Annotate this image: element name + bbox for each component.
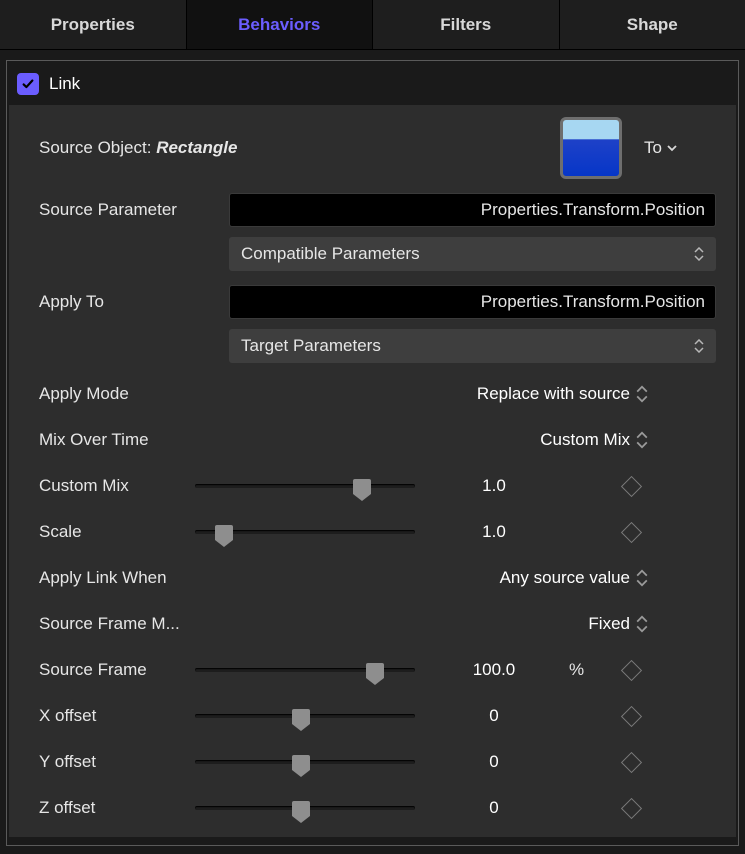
- stepper-arrows-icon: [636, 385, 648, 403]
- y-offset-row: Y offset 0: [39, 739, 718, 785]
- parameters-section: Source Object: Rectangle To Source Param…: [9, 105, 736, 837]
- slider-thumb[interactable]: [215, 525, 233, 540]
- keyframe-button[interactable]: [620, 797, 641, 818]
- apply-link-when-popup[interactable]: Any source value: [229, 568, 658, 588]
- source-frame-mode-row: Source Frame M... Fixed: [39, 601, 718, 647]
- x-offset-row: X offset 0: [39, 693, 718, 739]
- x-offset-slider[interactable]: [195, 706, 415, 726]
- checkmark-icon: [21, 77, 35, 91]
- x-offset-label: X offset: [39, 706, 195, 726]
- source-parameter-dropdown-label: Compatible Parameters: [241, 244, 420, 264]
- apply-to-label: Apply To: [39, 292, 229, 312]
- custom-mix-slider[interactable]: [195, 476, 415, 496]
- z-offset-row: Z offset 0: [39, 785, 718, 831]
- y-offset-label: Y offset: [39, 752, 195, 772]
- apply-to-dropdown[interactable]: Target Parameters: [229, 329, 716, 363]
- stepper-arrows-icon: [636, 431, 648, 449]
- apply-mode-row: Apply Mode Replace with source: [39, 371, 718, 417]
- scale-slider[interactable]: [195, 522, 415, 542]
- source-object-label: Source Object:: [39, 138, 151, 157]
- to-label: To: [644, 138, 662, 158]
- keyframe-button[interactable]: [620, 521, 641, 542]
- apply-mode-label: Apply Mode: [39, 384, 229, 404]
- apply-to-group: Apply To Properties.Transform.Position T…: [39, 285, 718, 363]
- source-frame-label: Source Frame: [39, 660, 195, 680]
- source-frame-mode-value: Fixed: [588, 614, 630, 634]
- custom-mix-row: Custom Mix 1.0: [39, 463, 718, 509]
- keyframe-button[interactable]: [620, 751, 641, 772]
- apply-mode-value: Replace with source: [477, 384, 630, 404]
- source-frame-mode-label: Source Frame M...: [39, 614, 229, 634]
- apply-link-when-row: Apply Link When Any source value: [39, 555, 718, 601]
- tab-behaviors[interactable]: Behaviors: [186, 0, 373, 49]
- source-object-value: Rectangle: [156, 138, 237, 157]
- stepper-arrows-icon: [694, 339, 704, 353]
- keyframe-button[interactable]: [620, 475, 641, 496]
- custom-mix-value[interactable]: 1.0: [419, 476, 569, 496]
- slider-thumb[interactable]: [292, 755, 310, 770]
- apply-to-well[interactable]: Properties.Transform.Position: [229, 285, 716, 319]
- z-offset-label: Z offset: [39, 798, 195, 818]
- source-parameter-dropdown[interactable]: Compatible Parameters: [229, 237, 716, 271]
- keyframe-button[interactable]: [620, 659, 641, 680]
- y-offset-value[interactable]: 0: [419, 752, 569, 772]
- behavior-header: Link: [7, 65, 738, 101]
- source-object-well[interactable]: [560, 117, 622, 179]
- slider-thumb[interactable]: [366, 663, 384, 678]
- slider-thumb[interactable]: [292, 709, 310, 724]
- mix-over-time-row: Mix Over Time Custom Mix: [39, 417, 718, 463]
- mix-over-time-popup[interactable]: Custom Mix: [229, 430, 658, 450]
- source-frame-unit: %: [569, 660, 601, 680]
- scale-label: Scale: [39, 522, 195, 542]
- stepper-arrows-icon: [636, 615, 648, 633]
- y-offset-slider[interactable]: [195, 752, 415, 772]
- tab-shape[interactable]: Shape: [559, 0, 745, 49]
- enable-checkbox[interactable]: [17, 73, 39, 95]
- apply-to-dropdown-label: Target Parameters: [241, 336, 381, 356]
- tab-bar: Properties Behaviors Filters Shape: [0, 0, 745, 50]
- source-parameter-well[interactable]: Properties.Transform.Position: [229, 193, 716, 227]
- source-object-row: Source Object: Rectangle To: [39, 117, 718, 179]
- stepper-arrows-icon: [694, 247, 704, 261]
- tab-filters[interactable]: Filters: [372, 0, 559, 49]
- source-frame-row: Source Frame 100.0 %: [39, 647, 718, 693]
- to-menu[interactable]: To: [644, 138, 678, 158]
- source-frame-value[interactable]: 100.0: [419, 660, 569, 680]
- stepper-arrows-icon: [636, 569, 648, 587]
- slider-thumb[interactable]: [353, 479, 371, 494]
- mix-over-time-label: Mix Over Time: [39, 430, 229, 450]
- behavior-title: Link: [49, 74, 80, 94]
- source-parameter-label: Source Parameter: [39, 200, 229, 220]
- custom-mix-label: Custom Mix: [39, 476, 195, 496]
- chevron-down-icon: [666, 142, 678, 154]
- z-offset-slider[interactable]: [195, 798, 415, 818]
- apply-mode-popup[interactable]: Replace with source: [229, 384, 658, 404]
- source-frame-mode-popup[interactable]: Fixed: [229, 614, 658, 634]
- behavior-panel: Link Source Object: Rectangle To: [6, 60, 739, 846]
- mix-over-time-value: Custom Mix: [540, 430, 630, 450]
- slider-thumb[interactable]: [292, 801, 310, 816]
- z-offset-value[interactable]: 0: [419, 798, 569, 818]
- keyframe-button[interactable]: [620, 705, 641, 726]
- source-parameter-value: Properties.Transform.Position: [481, 200, 705, 220]
- source-parameter-group: Source Parameter Properties.Transform.Po…: [39, 193, 718, 271]
- apply-to-value: Properties.Transform.Position: [481, 292, 705, 312]
- source-frame-slider[interactable]: [195, 660, 415, 680]
- apply-link-when-value: Any source value: [500, 568, 630, 588]
- tab-properties[interactable]: Properties: [0, 0, 186, 49]
- x-offset-value[interactable]: 0: [419, 706, 569, 726]
- scale-value[interactable]: 1.0: [419, 522, 569, 542]
- apply-link-when-label: Apply Link When: [39, 568, 229, 588]
- scale-row: Scale 1.0: [39, 509, 718, 555]
